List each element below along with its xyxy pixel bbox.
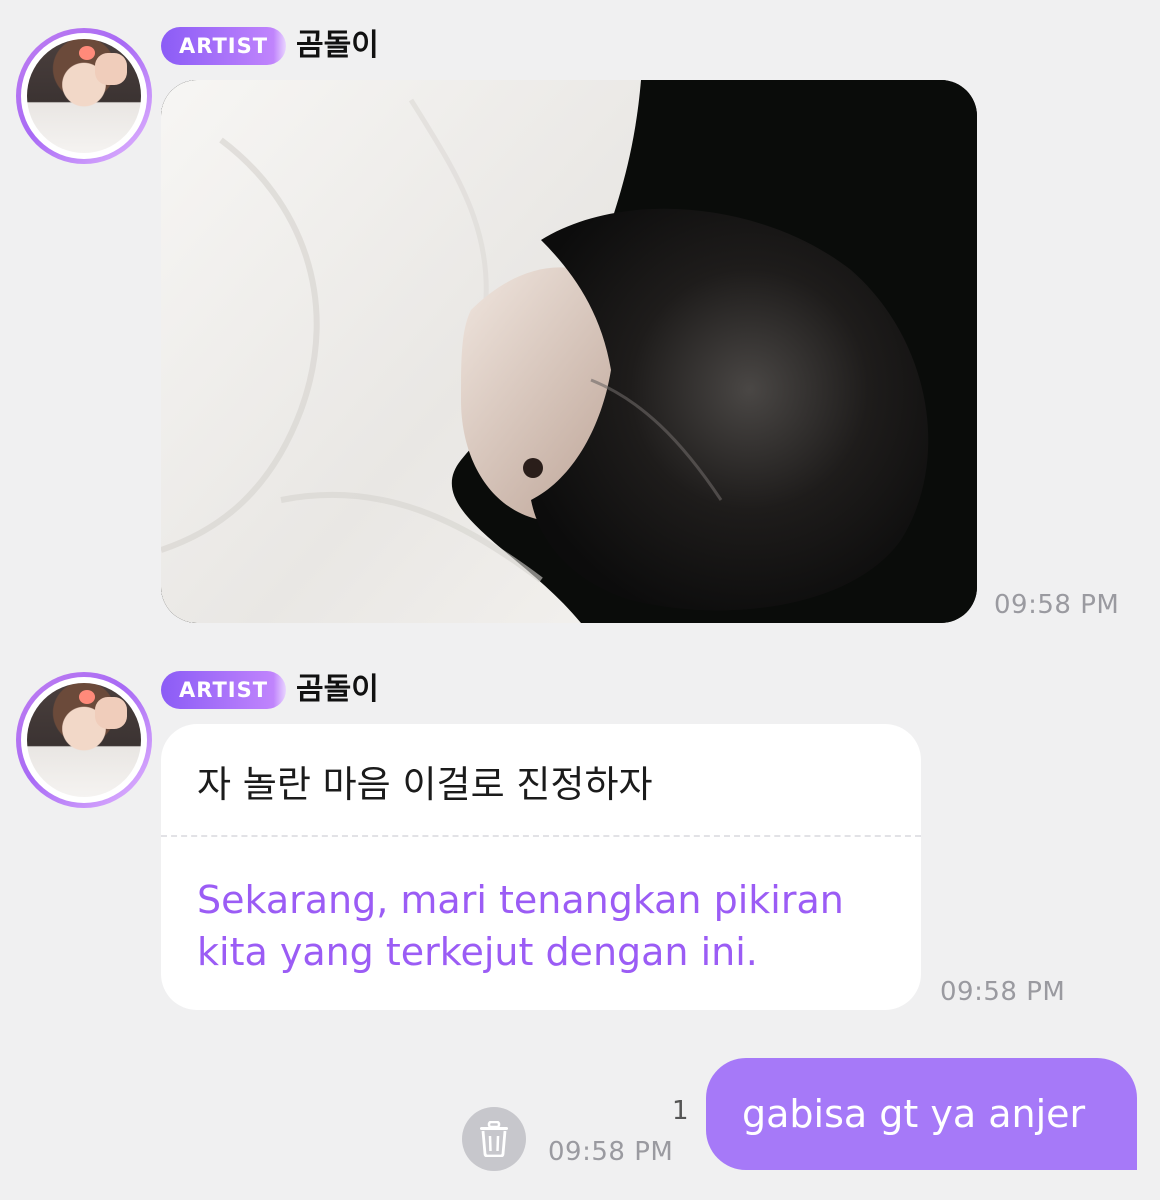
message-time: 09:58 PM	[994, 590, 1120, 620]
sender-name: 곰돌이	[296, 28, 379, 63]
trash-icon	[480, 1121, 508, 1157]
sender-avatar[interactable]	[16, 672, 152, 808]
artist-badge: ARTIST	[161, 671, 287, 709]
sender-name: 곰돌이	[296, 672, 379, 707]
my-message-text: gabisa gt ya anjer	[742, 1092, 1086, 1136]
message-time: 09:58 PM	[940, 977, 1066, 1007]
translation-divider	[161, 835, 921, 837]
original-text: 자 놀란 마음 이걸로 진정하자	[197, 763, 653, 806]
image-message[interactable]	[161, 80, 977, 623]
artist-badge: ARTIST	[161, 27, 287, 65]
message-time: 09:58 PM	[548, 1137, 674, 1167]
my-message-bubble[interactable]: gabisa gt ya anjer	[706, 1058, 1137, 1170]
unread-count: 1	[672, 1096, 689, 1126]
sender-avatar[interactable]	[16, 28, 152, 164]
translated-text: Sekarang, mari tenangkan pikiran kita ya…	[197, 878, 844, 974]
delete-button[interactable]	[462, 1107, 526, 1171]
text-message[interactable]: 자 놀란 마음 이걸로 진정하자 Sekarang, mari tenangka…	[161, 724, 921, 1010]
